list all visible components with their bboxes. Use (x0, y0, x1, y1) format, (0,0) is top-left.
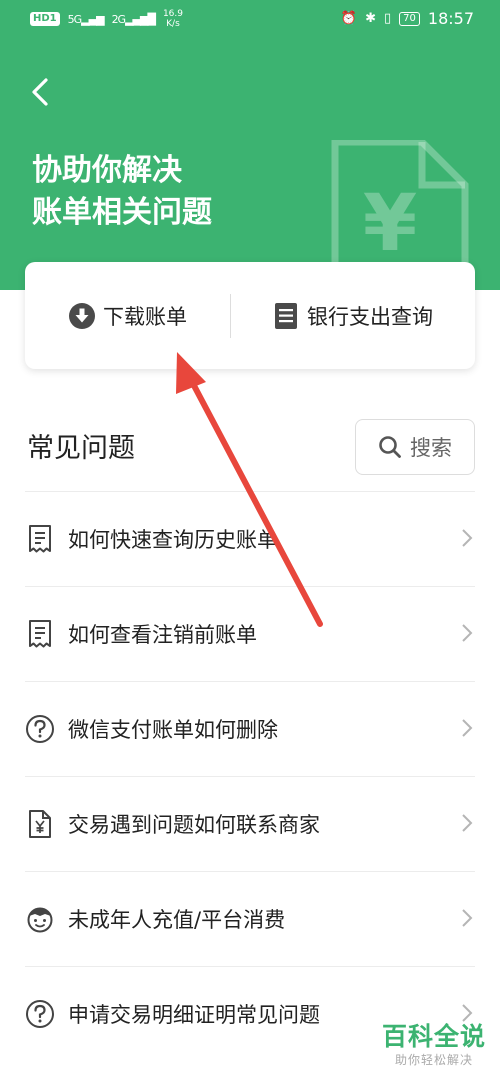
back-button[interactable] (24, 72, 60, 112)
chevron-left-icon (32, 78, 48, 106)
download-bill-button[interactable]: 下载账单 (67, 262, 187, 369)
download-bill-label: 下载账单 (103, 304, 187, 329)
hd-badge: HD1 (30, 12, 60, 26)
search-label: 搜索 (410, 436, 452, 460)
signal-icon: 5G▂▄▆ (67, 12, 105, 26)
bluetooth-icon: ✱ (365, 11, 376, 26)
document-icon (275, 302, 297, 329)
faq-item-label: 如何查看注销前账单 (68, 623, 257, 647)
faq-item-label: 如何快速查询历史账单 (68, 528, 278, 552)
divider (230, 294, 231, 338)
download-circle-icon (69, 302, 95, 329)
network-speed: 16.9 K/s (162, 9, 183, 29)
faq-item-cancelled-bill[interactable]: 如何查看注销前账单 (25, 586, 475, 681)
faq-item-label: 微信支付账单如何删除 (68, 718, 278, 742)
faq-item-delete-bill[interactable]: 微信支付账单如何删除 (25, 681, 475, 776)
bank-expense-query-button[interactable]: 银行支出查询 (271, 262, 433, 369)
chevron-right-icon (462, 529, 473, 547)
faq-list: 如何快速查询历史账单 如何查看注销前账单 微信支付账单如何删除 交易遇到问题如何… (25, 491, 475, 1061)
receipt-icon (29, 620, 51, 648)
faq-item-label: 交易遇到问题如何联系商家 (68, 813, 320, 837)
chevron-right-icon (462, 624, 473, 642)
header-banner: HD1 5G▂▄▆ 2G▂▄▆█ 16.9 K/s ⏰ ✱ ▯ 70 18:57 … (0, 0, 500, 290)
watermark: 百科全说 助你轻松解决 (382, 1022, 486, 1068)
faq-item-label: 未成年人充值/平台消费 (68, 908, 286, 932)
battery-icon: 70 (399, 11, 420, 26)
faq-item-history-bill[interactable]: 如何快速查询历史账单 (25, 491, 475, 586)
search-icon (379, 436, 401, 458)
faq-item-contact-merchant[interactable]: 交易遇到问题如何联系商家 (25, 776, 475, 871)
svg-text:¥: ¥ (363, 179, 417, 269)
alarm-icon: ⏰ (340, 11, 358, 26)
quick-actions-card: 下载账单 银行支出查询 (25, 262, 475, 369)
child-face-icon (27, 907, 53, 933)
question-circle-icon (26, 715, 54, 743)
watermark-brand: 百科全说 (381, 1022, 486, 1051)
bank-expense-query-label: 银行支出查询 (307, 304, 433, 329)
vibrate-icon: ▯ (384, 11, 392, 26)
watermark-slogan: 助你轻松解决 (394, 1053, 473, 1067)
chevron-right-icon (462, 814, 473, 832)
faq-item-minor-recharge[interactable]: 未成年人充值/平台消费 (25, 871, 475, 966)
question-circle-icon (26, 1000, 54, 1028)
signal-icon-2: 2G▂▄▆█ (111, 12, 156, 26)
clock: 18:57 (427, 9, 474, 28)
faq-item-label: 申请交易明细证明常见问题 (68, 1003, 320, 1027)
faq-section-title: 常见问题 (27, 433, 135, 464)
search-button[interactable]: 搜索 (355, 419, 475, 475)
status-bar: HD1 5G▂▄▆ 2G▂▄▆█ 16.9 K/s ⏰ ✱ ▯ 70 18:57 (0, 0, 500, 36)
chevron-right-icon (462, 1004, 473, 1022)
chevron-right-icon (462, 719, 473, 737)
yuan-document-icon (29, 810, 51, 838)
receipt-icon (29, 525, 51, 553)
page-title: 协助你解决 账单相关问题 (32, 153, 212, 230)
chevron-right-icon (462, 909, 473, 927)
